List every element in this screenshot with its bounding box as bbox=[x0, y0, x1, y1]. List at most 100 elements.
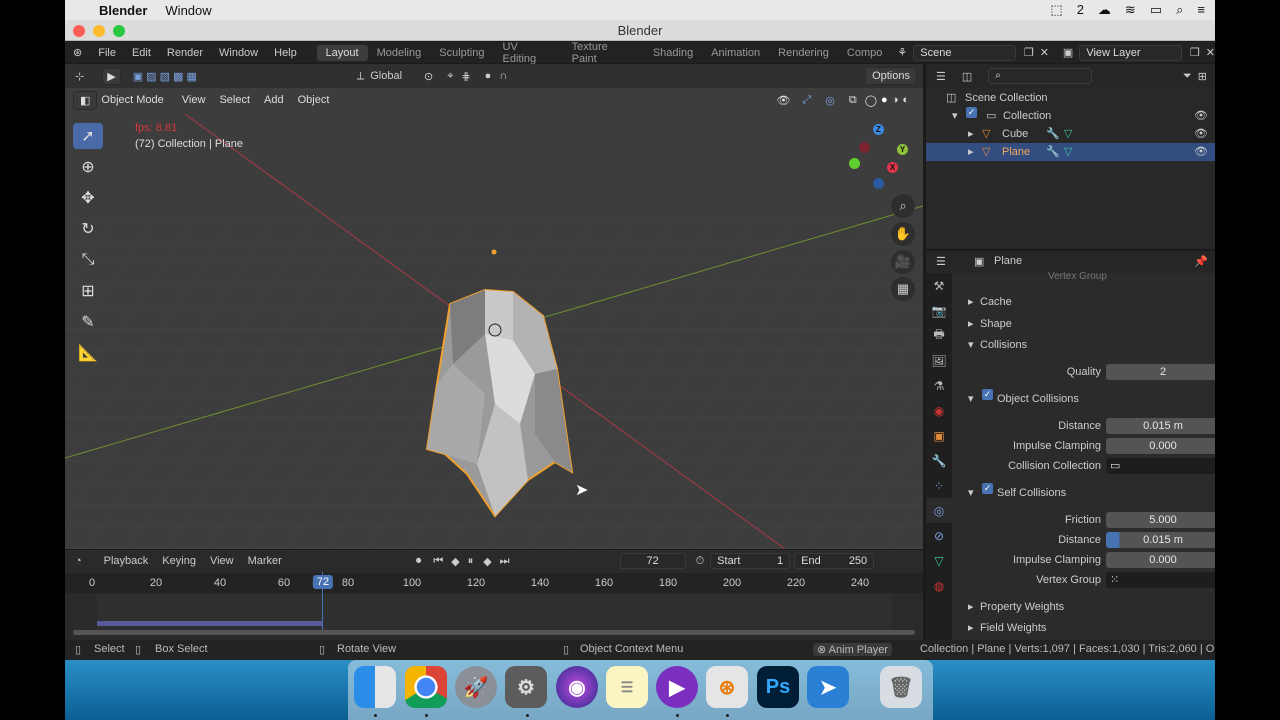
navigation-gizmo[interactable]: Z Y X bbox=[845, 120, 915, 190]
menu-view[interactable]: View bbox=[182, 94, 206, 106]
view-layer-tab-icon[interactable]: 🖼 bbox=[926, 348, 952, 373]
editor-type-icon[interactable]: ☰ bbox=[936, 255, 946, 268]
snap-icon[interactable]: ⌖ bbox=[447, 70, 453, 83]
scene-selector[interactable]: Scene bbox=[913, 44, 1016, 61]
render-tab-icon[interactable]: 📷 bbox=[926, 298, 952, 323]
pivot-icon[interactable]: ⊙ bbox=[424, 70, 433, 83]
editor-type-icon[interactable]: ◔ bbox=[75, 555, 82, 567]
view-layer-icon[interactable]: ▣ bbox=[1063, 46, 1073, 59]
self-collisions-checkbox[interactable]: ✓ bbox=[982, 483, 993, 494]
next-keyframe-button[interactable]: ◆ bbox=[483, 555, 491, 568]
overlay-toggle-icon[interactable]: ◎ bbox=[825, 94, 835, 107]
jump-start-button[interactable]: ⏮ bbox=[433, 555, 443, 568]
search-icon[interactable]: ⌕ bbox=[1176, 2, 1183, 18]
app-menu[interactable]: Blender bbox=[99, 3, 147, 18]
menu-marker[interactable]: Marker bbox=[248, 555, 282, 567]
cloud-icon[interactable]: ☁ bbox=[1098, 2, 1111, 18]
object-collisions-header[interactable]: ▾ ✓ Object Collisions bbox=[956, 389, 1211, 409]
notes-icon[interactable]: ☰ bbox=[606, 666, 648, 708]
snap-target-icon[interactable]: ⋕ bbox=[461, 70, 470, 83]
app-icon[interactable]: ➤ bbox=[807, 666, 849, 708]
launchpad-icon[interactable]: 🚀 bbox=[455, 666, 497, 708]
distance-field[interactable]: 0.015 m bbox=[1106, 418, 1215, 434]
expand-icon[interactable]: ▸ bbox=[968, 125, 974, 143]
pan-hand-icon[interactable]: ✋ bbox=[891, 222, 915, 246]
menu-select[interactable]: Select bbox=[219, 94, 250, 106]
anim-player-status[interactable]: ⊗ Anim Player bbox=[813, 643, 892, 656]
maximize-window-button[interactable] bbox=[113, 25, 125, 37]
timeline-scrollbar[interactable] bbox=[73, 630, 915, 635]
solid-shading-icon[interactable]: ● bbox=[881, 94, 888, 106]
visibility-icon[interactable]: 👁 bbox=[776, 94, 790, 107]
options-button[interactable]: Options bbox=[865, 67, 917, 85]
visibility-icon[interactable]: 👁 bbox=[1194, 125, 1208, 143]
tab-rendering[interactable]: Rendering bbox=[769, 45, 838, 61]
wireframe-shading-icon[interactable]: ◯ bbox=[865, 94, 877, 107]
object-collisions-checkbox[interactable]: ✓ bbox=[982, 389, 993, 400]
output-tab-icon[interactable]: 🖶 bbox=[926, 323, 952, 348]
siri-icon[interactable]: ◉ bbox=[556, 666, 598, 708]
minimize-window-button[interactable] bbox=[93, 25, 105, 37]
system-preferences-icon[interactable]: ⚙ bbox=[505, 666, 547, 708]
annotate-tool-icon[interactable]: ✎ bbox=[73, 309, 103, 335]
move-tool-icon[interactable]: ✥ bbox=[73, 185, 103, 211]
zoom-icon[interactable]: ⌕ bbox=[891, 194, 915, 218]
outliner-item-cube[interactable]: ▸ ▽ Cube 🔧 ▽ 👁 bbox=[926, 125, 1215, 143]
screenshot-icon[interactable]: ⬚ bbox=[1050, 2, 1062, 18]
record-button[interactable]: ⏺ bbox=[416, 555, 422, 568]
vertex-group-field[interactable]: ⁙ bbox=[1106, 572, 1215, 588]
rendered-shading-icon[interactable]: ◐ bbox=[902, 94, 909, 106]
self-collisions-header[interactable]: ▾ ✓ Self Collisions bbox=[956, 483, 1211, 503]
mode-icon[interactable]: ◧ bbox=[73, 90, 98, 110]
blender-app-icon[interactable]: ⊛ bbox=[706, 666, 748, 708]
collision-collection-field[interactable]: ▭ bbox=[1106, 458, 1215, 474]
gizmo-neg-x[interactable] bbox=[859, 142, 870, 153]
menu-file[interactable]: File bbox=[90, 47, 124, 59]
measure-tool-icon[interactable]: 📐 bbox=[73, 340, 103, 366]
close-window-button[interactable] bbox=[73, 25, 85, 37]
panel-field-weights[interactable]: ▸ Field Weights bbox=[956, 618, 1211, 638]
wifi-icon[interactable]: ≋ bbox=[1125, 2, 1136, 18]
perspective-toggle-icon[interactable]: ▦ bbox=[891, 277, 915, 301]
end-frame-field[interactable]: End 250 bbox=[794, 553, 875, 569]
menu-playback[interactable]: Playback bbox=[104, 555, 149, 567]
menu-object[interactable]: Object bbox=[298, 94, 330, 106]
3d-viewport[interactable]: ⊹ ▶ ▣ ▨ ▧ ▩ ▦ ⟂ Global ⊙ ⌖ ⋕ ● ∩ Options… bbox=[65, 64, 923, 549]
gizmo-z-axis[interactable]: Z bbox=[873, 124, 884, 135]
transform-tool-icon[interactable]: ⊞ bbox=[73, 278, 103, 304]
tool-tab-icon[interactable]: ⚒ bbox=[926, 273, 952, 298]
collapse-icon[interactable]: ▾ bbox=[952, 107, 958, 125]
material-tab-icon[interactable]: ◍ bbox=[926, 573, 952, 598]
proportional-edit-icon[interactable]: ● bbox=[485, 70, 492, 82]
modifier-tab-icon[interactable]: 🔧 bbox=[926, 448, 952, 473]
scene-icon[interactable]: ⚘ bbox=[897, 46, 907, 59]
photoshop-icon[interactable]: Ps bbox=[757, 666, 799, 708]
tab-shading[interactable]: Shading bbox=[644, 45, 702, 61]
menu-render[interactable]: Render bbox=[159, 47, 211, 59]
tab-sculpting[interactable]: Sculpting bbox=[430, 45, 493, 61]
battery-icon[interactable]: ▭ bbox=[1150, 2, 1162, 18]
world-tab-icon[interactable]: ◉ bbox=[926, 398, 952, 423]
collection-checkbox[interactable]: ✓ bbox=[966, 107, 977, 118]
cursor-tool-icon[interactable]: ⊕ bbox=[73, 154, 103, 180]
panel-property-weights[interactable]: ▸ Property Weights bbox=[956, 597, 1211, 617]
tab-uv-editing[interactable]: UV Editing bbox=[494, 39, 563, 67]
gizmo-x-axis[interactable]: X bbox=[887, 162, 898, 173]
remove-view-layer-icon[interactable]: ✕ bbox=[1206, 46, 1215, 59]
menu-keying[interactable]: Keying bbox=[162, 555, 196, 567]
chrome-icon[interactable] bbox=[405, 666, 447, 708]
visibility-icon[interactable]: 👁 bbox=[1194, 107, 1208, 125]
menu-extras-icon[interactable]: ≡ bbox=[1197, 2, 1205, 18]
physics-tab-icon[interactable]: ◎ bbox=[926, 498, 952, 523]
gizmo-toggle-icon[interactable]: ⤢ bbox=[802, 94, 811, 107]
constraints-tab-icon[interactable]: ⊘ bbox=[926, 523, 952, 548]
menu-edit[interactable]: Edit bbox=[124, 47, 159, 59]
outliner-search-input[interactable]: ⌕ bbox=[988, 68, 1093, 84]
blender-logo-icon[interactable]: ⊛ bbox=[65, 46, 90, 59]
select-tool-icon[interactable]: ▶ bbox=[102, 67, 121, 85]
select-box-tool-icon[interactable]: ➚ bbox=[73, 123, 103, 149]
display-mode-icon[interactable]: ◫ bbox=[962, 70, 972, 83]
orientation-icon[interactable]: ⟂ bbox=[357, 70, 364, 83]
tab-compositing[interactable]: Compo bbox=[838, 45, 891, 61]
pause-button[interactable]: ⏸ bbox=[468, 555, 474, 568]
